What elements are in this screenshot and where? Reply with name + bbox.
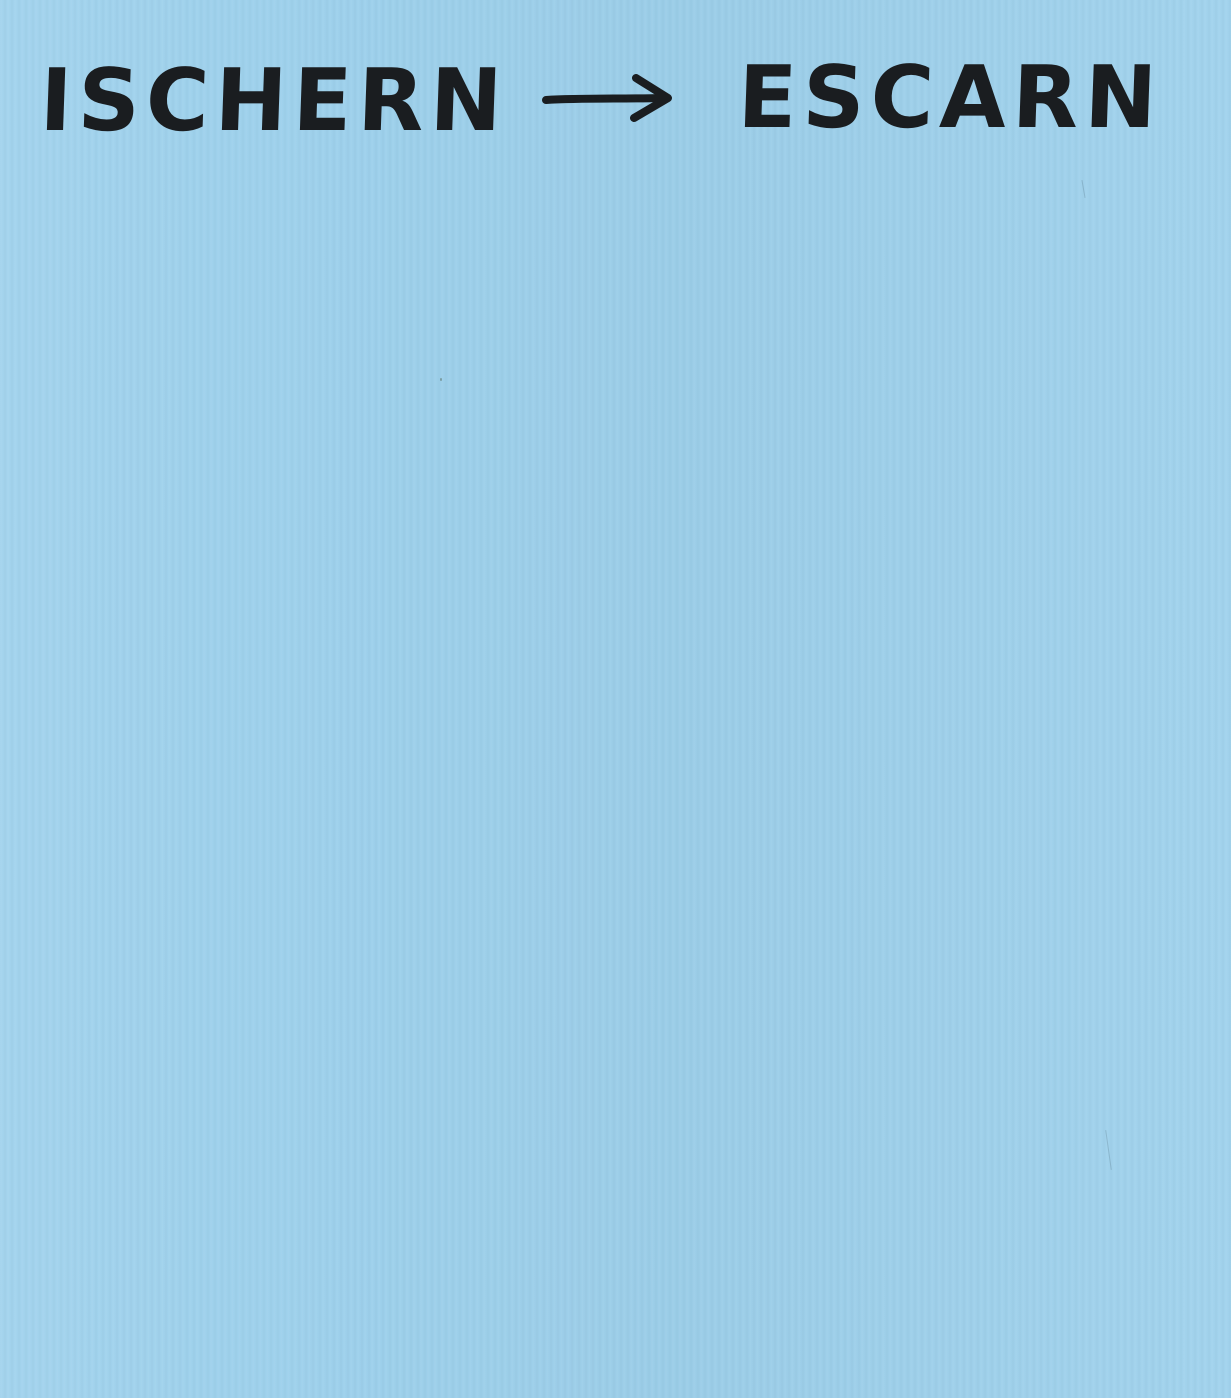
source-word: ISCHERN: [38, 51, 510, 151]
target-word: ESCARN: [736, 48, 1165, 148]
paper-speck: [440, 378, 442, 381]
sticky-note: ISCHERN ESCARN: [0, 0, 1231, 1398]
right-arrow-icon: [540, 68, 680, 128]
paper-fiber: [1081, 180, 1086, 198]
paper-fiber: [1105, 1130, 1112, 1170]
